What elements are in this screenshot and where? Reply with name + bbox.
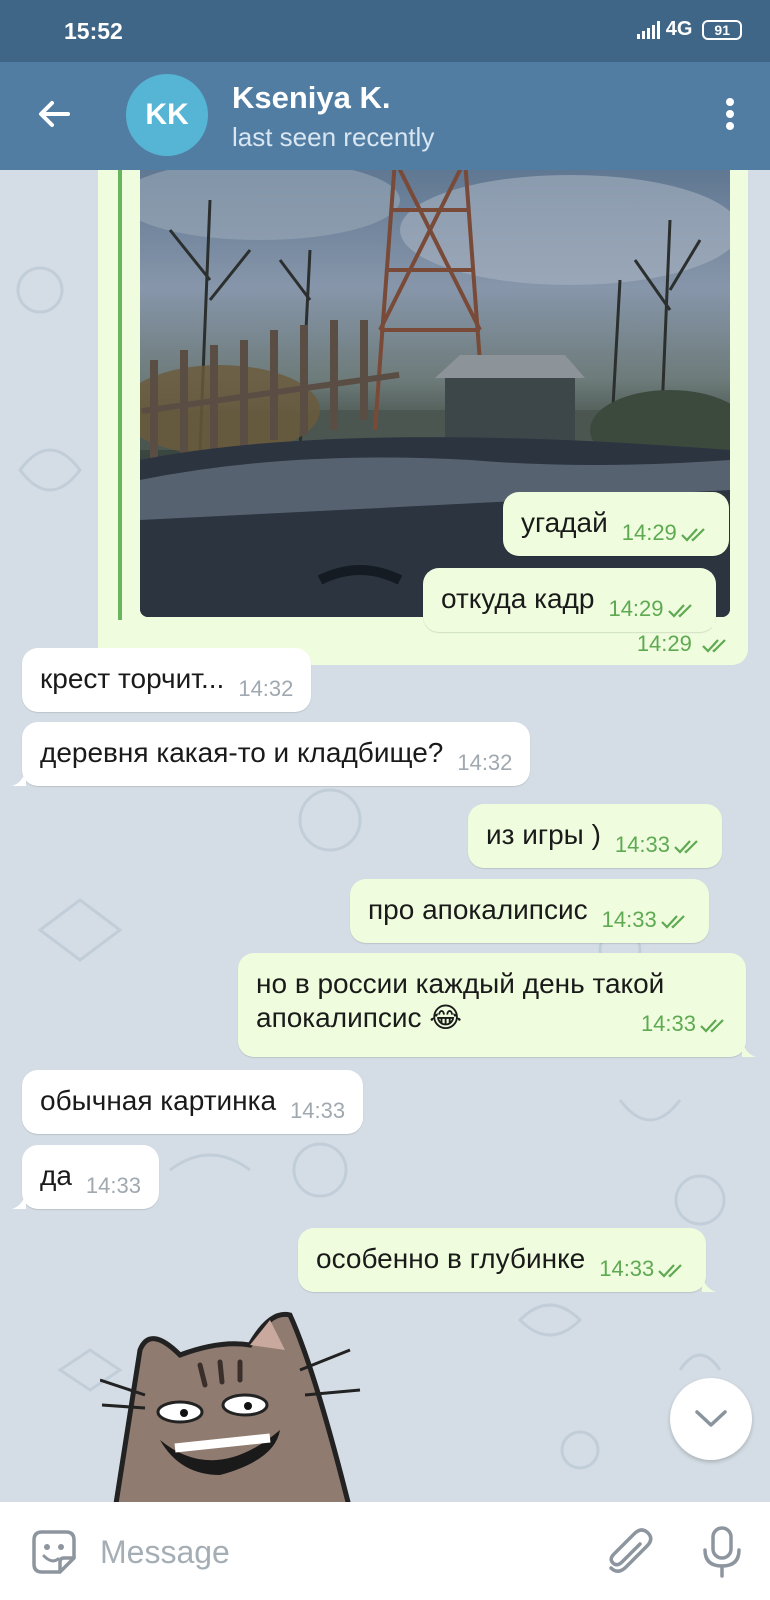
more-menu-icon[interactable] <box>724 98 736 134</box>
bubble-tail <box>12 1191 26 1209</box>
message-text: угадай <box>521 507 608 538</box>
message-text: откуда кадр <box>441 583 595 614</box>
message-time: 14:32 <box>457 750 513 775</box>
read-ticks-icon <box>702 639 726 653</box>
message-text: про апокалипсис <box>368 894 588 925</box>
status-indicators: 4G 91 <box>636 18 742 41</box>
outgoing-message[interactable]: из игры ) 14:33 <box>468 804 722 868</box>
incoming-message[interactable]: да 14:33 <box>12 1145 159 1209</box>
bubble-tail <box>12 768 26 786</box>
scroll-to-bottom-button[interactable] <box>670 1378 752 1460</box>
signal-icon <box>636 20 660 39</box>
read-ticks-icon <box>658 1264 683 1278</box>
message-time: 14:32 <box>238 676 294 701</box>
avatar[interactable]: KK <box>126 74 208 156</box>
incoming-message[interactable]: крест торчит... 14:32 <box>22 648 312 712</box>
message-text: крест торчит... <box>40 663 225 694</box>
chat-header: KK Kseniya K. last seen recently <box>0 62 770 170</box>
message-input[interactable] <box>100 1528 560 1576</box>
network-type: 4G <box>665 18 693 40</box>
microphone-icon[interactable] <box>700 1524 744 1580</box>
sticker-emoji-icon[interactable] <box>28 1526 80 1578</box>
bubble-tail <box>702 1274 717 1292</box>
message-time: 14:29 <box>622 520 711 545</box>
bubble-tail <box>711 614 726 632</box>
status-bar: 15:52 4G 91 <box>0 0 770 62</box>
message-text: да <box>40 1160 72 1191</box>
outgoing-message[interactable]: угадай 14:29 <box>503 492 729 556</box>
read-ticks-icon <box>700 1019 724 1033</box>
read-ticks-icon <box>660 915 685 929</box>
outgoing-message[interactable]: про апокалипсис 14:33 <box>350 879 709 943</box>
message-time: 14:33 <box>290 1098 346 1123</box>
message-time: 14:29 <box>637 631 732 657</box>
message-time: 14:33 <box>85 1173 141 1198</box>
chat-title[interactable]: Kseniya K. <box>232 80 391 116</box>
chat-status: last seen recently <box>232 122 435 152</box>
message-time: 14:33 <box>615 832 704 857</box>
outgoing-message[interactable]: откуда кадр 14:29 <box>423 568 726 632</box>
message-list[interactable]: 14:29 угадай 14:29 откуда кадр 14:29 крест… <box>0 170 770 1502</box>
outgoing-message[interactable]: особенно в глубинке 14:33 <box>298 1228 717 1292</box>
message-time: 14:29 <box>608 596 697 621</box>
chevron-down-icon <box>695 1410 727 1427</box>
message-composer <box>0 1502 770 1600</box>
message-time: 14:33 <box>599 1256 688 1281</box>
back-arrow-icon[interactable] <box>32 92 76 136</box>
message-text: обычная картинка <box>40 1085 277 1116</box>
paperclip-icon[interactable] <box>604 1524 654 1580</box>
reply-bar <box>118 170 122 620</box>
message-text: из игры ) <box>486 819 601 850</box>
outgoing-message[interactable]: но в россии каждый день такой апокалипси… <box>238 953 756 1057</box>
read-ticks-icon <box>674 840 698 854</box>
battery-icon: 91 <box>702 19 742 40</box>
incoming-message[interactable]: обычная картинка 14:33 <box>22 1070 364 1134</box>
incoming-message[interactable]: деревня какая-то и кладбище? 14:32 <box>12 722 531 786</box>
read-ticks-icon <box>681 528 705 542</box>
message-time: 14:33 <box>641 1007 730 1041</box>
status-time: 15:52 <box>64 18 123 44</box>
message-time: 14:33 <box>602 907 691 932</box>
message-text: деревня какая-то и кладбище? <box>40 737 444 768</box>
read-ticks-icon <box>667 604 692 618</box>
cat-sticker-image[interactable] <box>100 1310 390 1502</box>
bubble-tail <box>742 1039 756 1057</box>
message-text: но в россии каждый день такой апокалипси… <box>256 968 665 1033</box>
message-text: особенно в глубинке <box>316 1243 586 1274</box>
